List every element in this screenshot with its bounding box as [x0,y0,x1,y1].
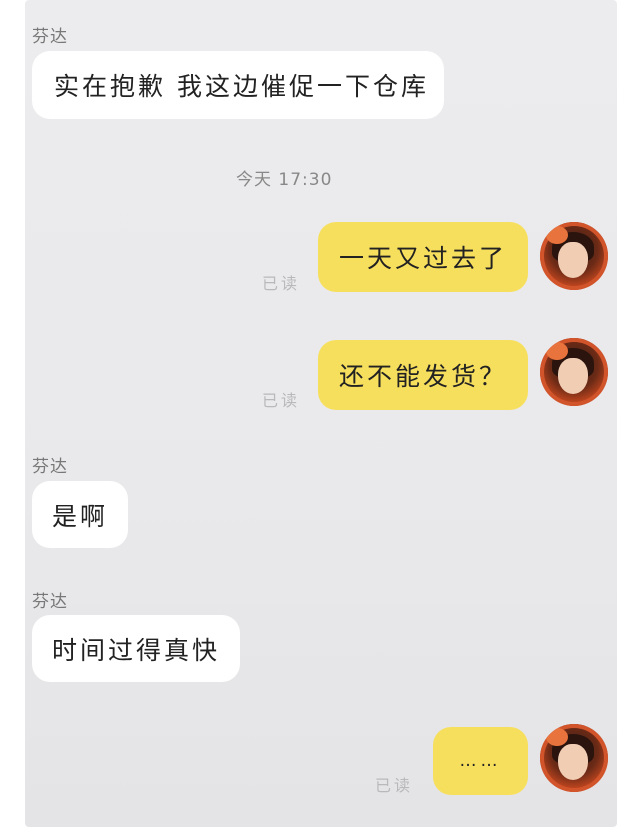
outgoing-message-bubble[interactable]: 一天又过去了 [318,222,528,292]
read-status: 已读 [262,391,301,410]
incoming-message-bubble[interactable]: 是啊 [32,481,128,548]
chat-panel [25,0,617,827]
avatar-face [558,744,588,780]
message-timestamp: 今天 17:30 [236,170,333,190]
sender-name: 芬达 [32,27,68,47]
incoming-message-bubble[interactable]: 时间过得真快 [32,615,240,682]
avatar-face [558,358,588,394]
user-avatar[interactable] [540,222,608,290]
avatar-hat [546,226,568,244]
user-avatar[interactable] [540,724,608,792]
read-status: 已读 [262,274,301,293]
avatar-hat [546,728,568,746]
user-avatar[interactable] [540,338,608,406]
outgoing-message-bubble[interactable]: 还不能发货？ [318,340,528,410]
sender-name: 芬达 [32,457,68,477]
read-status: 已读 [375,776,414,795]
outgoing-message-bubble[interactable]: …… [433,727,528,795]
incoming-message-bubble[interactable]: 实在抱歉 我这边催促一下仓库 [32,51,444,119]
sender-name: 芬达 [32,592,68,612]
avatar-hat [546,342,568,360]
avatar-face [558,242,588,278]
